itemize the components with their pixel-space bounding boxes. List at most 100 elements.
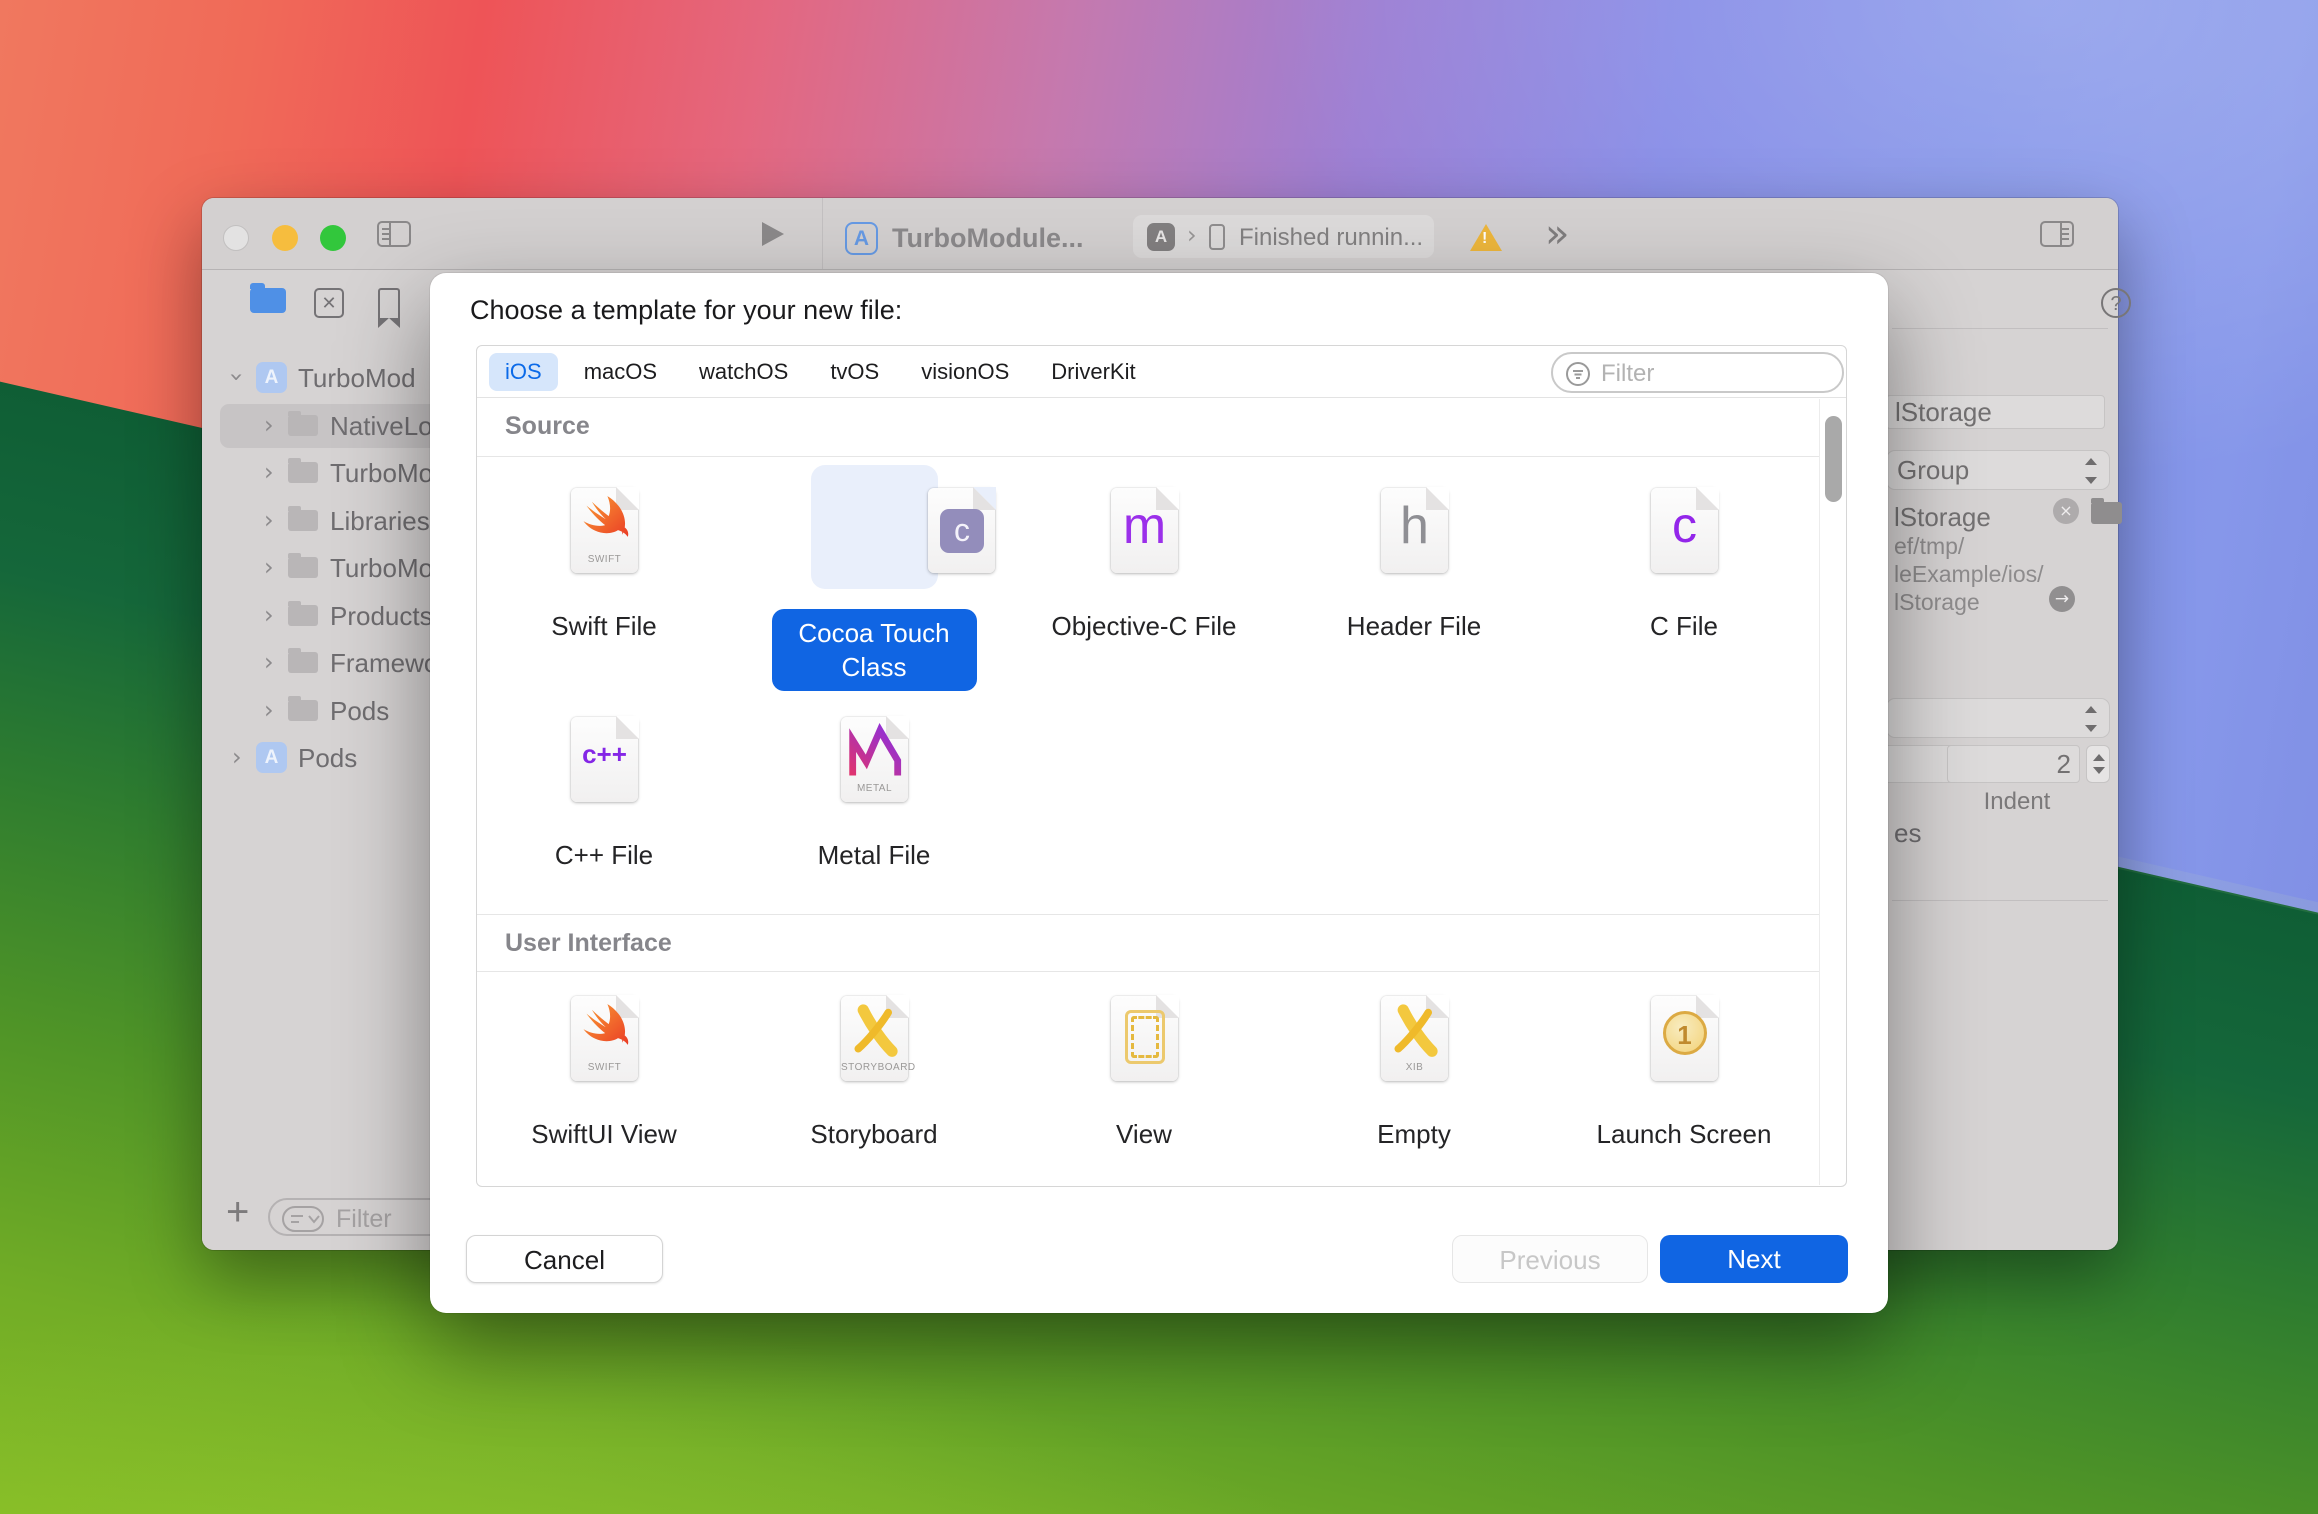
status-text: Finished runnin... <box>1239 224 1424 251</box>
view-rect-icon <box>1111 1000 1178 1064</box>
template-label[interactable]: Metal File <box>744 838 1004 872</box>
template-label[interactable]: Launch Screen <box>1554 1117 1814 1151</box>
template-icon-zone[interactable]: h <box>1294 465 1534 589</box>
sidebar-toggle-icon[interactable] <box>377 221 411 247</box>
template-icon-zone[interactable] <box>1024 973 1264 1097</box>
tab-macos[interactable]: macOS <box>568 353 673 391</box>
tab-visionos[interactable]: visionOS <box>905 353 1025 391</box>
template-item-view[interactable]: View <box>1024 973 1264 1193</box>
disclosure-chevron-icon[interactable]: › <box>264 506 274 534</box>
project-navigator-tab-icon[interactable] <box>250 283 286 313</box>
template-label[interactable]: Cocoa Touch Class <box>744 609 1004 691</box>
indent-stepper-field[interactable]: 2 <box>1947 745 2080 783</box>
disclosure-chevron-icon[interactable]: › <box>264 458 274 486</box>
disclosure-chevron-icon[interactable]: › <box>264 601 274 629</box>
scheme-app-icon: A <box>845 222 878 255</box>
tab-watchos[interactable]: watchOS <box>683 353 804 391</box>
template-icon-zone[interactable]: SWIFT <box>484 973 724 1097</box>
sidebar-item-label: Products <box>330 600 433 631</box>
traffic-light-zoom[interactable] <box>320 225 346 251</box>
scrollbar-thumb[interactable] <box>1825 416 1842 502</box>
dialog-title: Choose a template for your new file: <box>470 295 903 325</box>
template-item-c-file[interactable]: cC File <box>1564 465 1804 685</box>
desktop: A TurboModule... A › Finished runnin... … <box>0 0 2318 1514</box>
template-item-metal-file[interactable]: METAL Metal File <box>754 694 994 914</box>
indent-label: Indent <box>1983 788 2051 815</box>
cancel-button[interactable]: Cancel <box>466 1235 663 1283</box>
disclosure-chevron-icon[interactable]: › <box>232 743 242 771</box>
section-header: Source <box>505 412 590 440</box>
find-navigator-tab-icon[interactable]: ✕ <box>314 288 344 318</box>
template-label[interactable]: Objective-C File <box>1014 609 1274 643</box>
full-path: ef/tmp/leExample/ios/lStorage <box>1894 532 2044 616</box>
text-settings-dropdown[interactable] <box>1886 698 2110 738</box>
template-label[interactable]: Swift File <box>474 609 734 643</box>
disclosure-chevron-icon[interactable]: › <box>264 553 274 581</box>
template-label[interactable]: Empty <box>1284 1117 1544 1151</box>
template-icon-zone[interactable]: c++ <box>484 694 724 818</box>
cocoa-class-glyph: c <box>940 509 984 553</box>
template-icon-zone[interactable]: m <box>1024 465 1264 589</box>
toolbar-overflow-icon[interactable]: » <box>1545 211 1570 257</box>
warning-icon[interactable]: ! <box>1470 224 1502 251</box>
template-item-storyboard[interactable]: STORYBOARD Storyboard <box>754 973 994 1193</box>
template-filter-field[interactable]: Filter <box>1551 352 1844 393</box>
choose-folder-icon[interactable] <box>2091 498 2122 524</box>
activity-status[interactable]: A › Finished runnin... <box>1133 215 1434 258</box>
section-header: User Interface <box>505 929 672 957</box>
interface-builder-x-icon <box>854 1004 898 1057</box>
sidebar-item-label: Libraries <box>330 505 430 536</box>
template-item-objective-c-file[interactable]: m Objective-C File <box>1024 465 1264 685</box>
filter-menu-icon <box>282 1206 324 1232</box>
goto-arrow-icon[interactable]: → <box>2049 586 2075 612</box>
tab-tvos[interactable]: tvOS <box>814 353 895 391</box>
swift-badge: SWIFT <box>587 554 622 565</box>
inspector-toggle-icon[interactable] <box>2040 221 2074 247</box>
template-icon-zone[interactable]: c <box>754 465 996 589</box>
template-item-header-file[interactable]: h Header File <box>1294 465 1534 685</box>
template-item-cocoa-touch-class[interactable]: c Cocoa Touch Class <box>754 465 996 691</box>
template-item-launch-screen[interactable]: 1 Launch Screen <box>1564 973 1804 1193</box>
template-item-empty[interactable]: XIB Empty <box>1294 973 1534 1193</box>
header-file-icon: h <box>1381 487 1449 573</box>
clear-icon[interactable]: × <box>2053 498 2079 524</box>
scrollbar-track[interactable] <box>1819 399 1847 1185</box>
template-label[interactable]: SwiftUI View <box>474 1117 734 1151</box>
disclosure-chevron-icon[interactable]: › <box>223 372 251 382</box>
template-item-c-file[interactable]: c++ C++ File <box>484 694 724 914</box>
sidebar-item-label: TurboMo <box>330 553 434 583</box>
template-label[interactable]: Header File <box>1284 609 1544 643</box>
template-label[interactable]: C++ File <box>474 838 734 872</box>
help-icon[interactable]: ? <box>2101 288 2131 318</box>
xib-badge: XIB <box>1405 1062 1424 1073</box>
template-icon-zone[interactable]: STORYBOARD <box>754 973 994 1097</box>
disclosure-chevron-icon[interactable]: › <box>264 411 274 439</box>
template-icon-zone[interactable]: XIB <box>1294 973 1534 1097</box>
filter-icon <box>1566 362 1590 386</box>
type-dropdown[interactable]: Group <box>1886 450 2110 490</box>
sidebar-item-label: Pods <box>330 695 390 726</box>
traffic-light-minimize[interactable] <box>272 225 298 251</box>
bookmark-navigator-tab-icon[interactable] <box>378 288 400 328</box>
template-icon-zone[interactable]: 1 <box>1564 973 1804 1097</box>
template-label[interactable]: C File <box>1554 609 1814 643</box>
disclosure-chevron-icon[interactable]: › <box>264 696 274 724</box>
template-label[interactable]: Storyboard <box>744 1117 1004 1151</box>
template-item-swift-file[interactable]: SWIFT Swift File <box>484 465 724 685</box>
tab-ios[interactable]: iOS <box>489 352 558 391</box>
template-icon-zone[interactable]: SWIFT <box>484 465 724 589</box>
template-icon-zone[interactable]: METAL <box>754 694 994 818</box>
tab-driverkit[interactable]: DriverKit <box>1035 353 1151 391</box>
template-icon-zone[interactable]: c <box>1564 465 1804 589</box>
previous-button[interactable]: Previous <box>1452 1235 1648 1283</box>
run-button[interactable] <box>762 222 784 246</box>
traffic-light-close[interactable] <box>223 225 249 251</box>
next-button[interactable]: Next <box>1660 1235 1848 1283</box>
template-item-swiftui-view[interactable]: SWIFT SwiftUI View <box>484 973 724 1193</box>
disclosure-chevron-icon[interactable]: › <box>264 648 274 676</box>
file-name-field[interactable]: lStorage <box>1886 395 2105 429</box>
sidebar-item-label: NativeLo <box>330 410 433 441</box>
add-button[interactable]: + <box>226 1190 249 1235</box>
indent-stepper-buttons[interactable] <box>2086 745 2110 783</box>
template-label[interactable]: View <box>1014 1117 1274 1151</box>
